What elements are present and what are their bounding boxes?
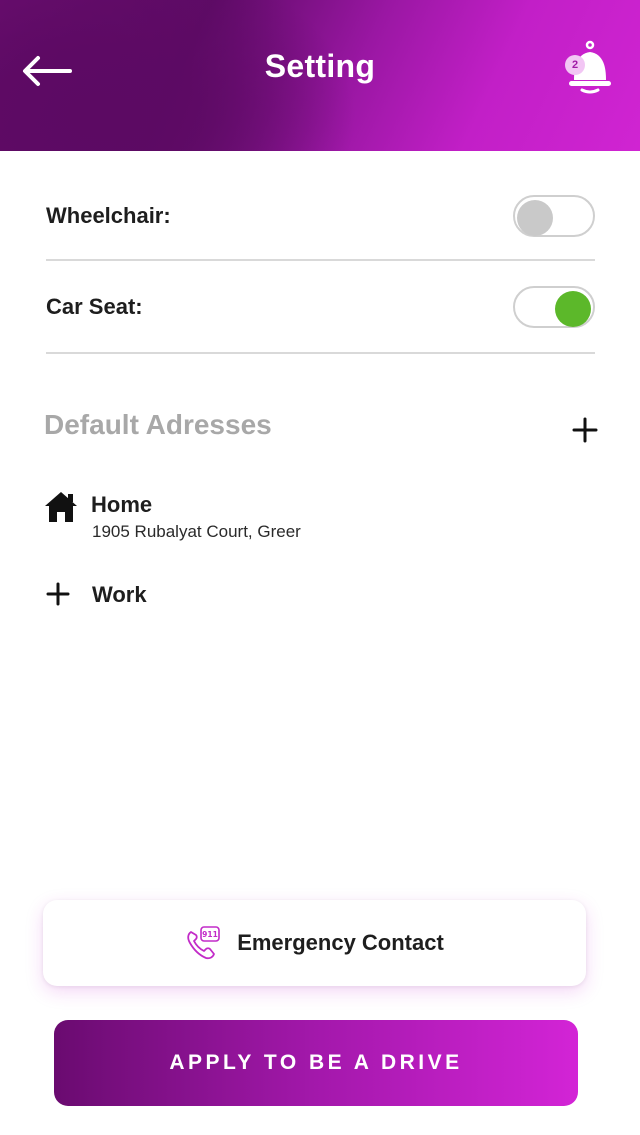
- divider: [46, 352, 595, 354]
- header-bar: Setting 2: [0, 0, 640, 151]
- add-address-button[interactable]: [570, 415, 600, 445]
- plus-icon: [572, 417, 598, 443]
- car-seat-toggle[interactable]: [513, 286, 595, 328]
- home-icon: [45, 492, 77, 522]
- emergency-contact-button[interactable]: 911 Emergency Contact: [43, 900, 586, 986]
- default-addresses-title: Default Adresses: [44, 409, 272, 440]
- notification-badge: 2: [565, 55, 585, 75]
- wheelchair-label: Wheelchair:: [46, 203, 171, 228]
- divider: [46, 259, 595, 261]
- toggle-knob: [517, 200, 553, 236]
- apply-driver-label: APPLY TO BE A DRIVE: [169, 1051, 463, 1074]
- notification-button[interactable]: 2: [560, 40, 618, 98]
- toggle-knob: [555, 291, 591, 327]
- emergency-contact-label: Emergency Contact: [237, 930, 444, 955]
- address-title: Home: [91, 492, 153, 517]
- page-title: Setting: [264, 48, 376, 84]
- wheelchair-toggle[interactable]: [513, 195, 595, 237]
- wheelchair-row: Wheelchair:: [46, 193, 595, 239]
- apply-driver-button[interactable]: APPLY TO BE A DRIVE: [54, 1020, 578, 1106]
- plus-icon: [46, 582, 70, 606]
- address-text: 1905 Rubalyat Court, Greer: [92, 522, 301, 541]
- svg-text:911: 911: [202, 930, 218, 939]
- address-title: Work: [92, 582, 147, 607]
- phone-911-icon: 911: [187, 926, 220, 960]
- car-seat-label: Car Seat:: [46, 294, 143, 319]
- car-seat-row: Car Seat:: [46, 284, 595, 330]
